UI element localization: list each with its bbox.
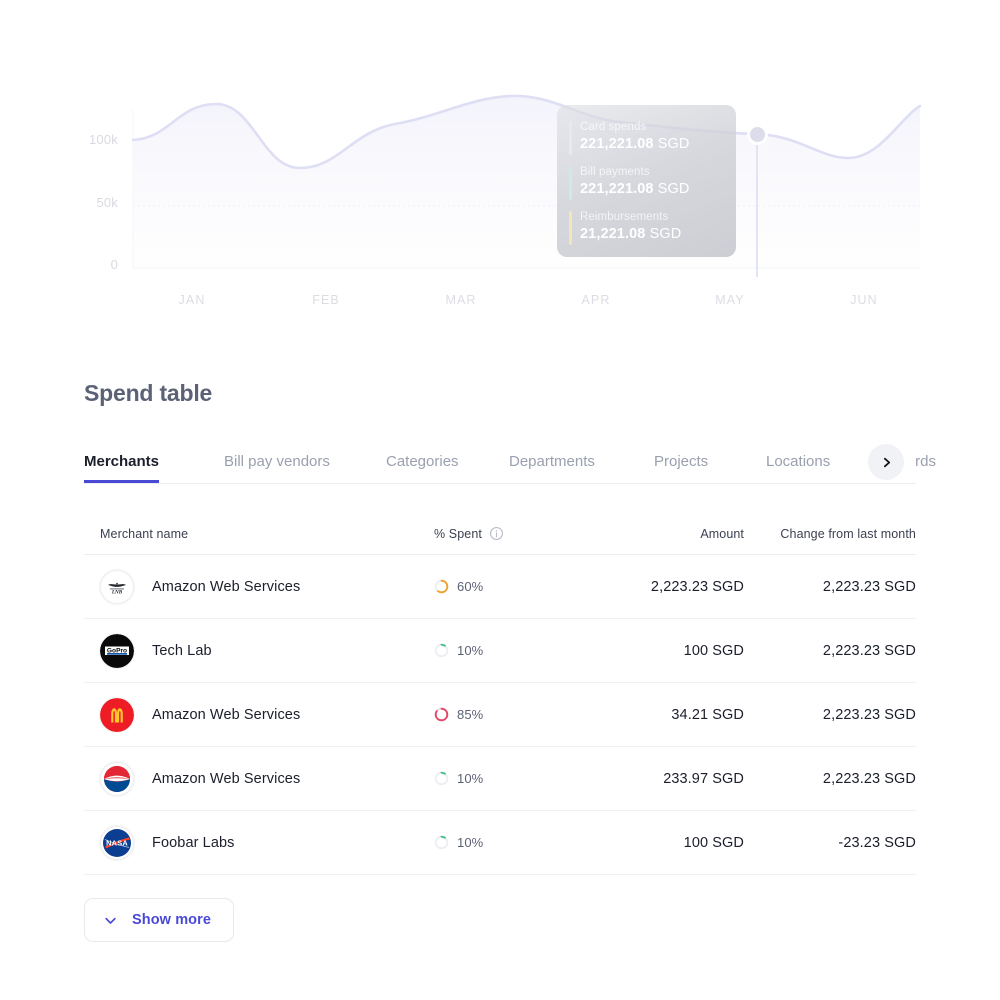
table-header-row: Merchant name % Spent Amount Change from… xyxy=(84,513,916,555)
percent-donut-icon xyxy=(434,579,449,594)
tooltip-label-bill-payments: Bill payments xyxy=(580,166,650,178)
x-axis-tick-apr: APR xyxy=(581,293,611,307)
merchant-name: Tech Lab xyxy=(152,642,212,659)
percent-donut-icon xyxy=(434,835,449,850)
chart-area-fill xyxy=(133,95,920,268)
cell-amount: 2,223.23 SGD xyxy=(650,578,744,595)
nasa-logo-icon: NASA xyxy=(100,825,134,860)
percent-spent-value: 10% xyxy=(457,771,484,786)
x-axis-tick-jan: JAN xyxy=(178,293,206,307)
header-cell-amount: Amount xyxy=(700,526,744,541)
pepsi-logo-icon xyxy=(100,761,134,796)
tooltip-label-reimbursements: Reimbursements xyxy=(580,211,669,223)
tab-departments[interactable]: Departments xyxy=(509,440,595,483)
tooltip-color-swatch-reimbursements xyxy=(569,211,572,245)
header-cell-change: Change from last month xyxy=(780,526,916,541)
y-axis-tick-0: 0 xyxy=(110,257,118,272)
tooltip-row-reimbursements: Reimbursements 21,221.08 SGD xyxy=(569,209,736,245)
cell-change: 2,223.23 SGD xyxy=(822,706,916,723)
tooltip-row-card-spends: Card spends 221,221.08 SGD xyxy=(569,119,736,155)
merchant-name: Foobar Labs xyxy=(152,834,235,851)
merchant-name: Amazon Web Services xyxy=(152,770,301,787)
table-row[interactable]: Amazon Web Services 10% 233.97 SGD 2,223… xyxy=(84,747,916,811)
percent-donut-icon xyxy=(434,707,449,722)
header-cell-spent: % Spent xyxy=(434,526,594,541)
cell-merchant: LNB Amazon Web Services xyxy=(84,569,434,604)
cell-percent-spent: 10% xyxy=(434,771,594,786)
cell-amount: 100 SGD xyxy=(683,642,744,659)
cell-amount: 100 SGD xyxy=(683,834,744,851)
cell-change: 2,223.23 SGD xyxy=(822,578,916,595)
cell-percent-spent: 10% xyxy=(434,835,594,850)
tab-bill-pay-vendors[interactable]: Bill pay vendors xyxy=(224,440,330,483)
tab-merchants[interactable]: Merchants xyxy=(84,440,160,483)
cell-merchant: NASA Foobar Labs xyxy=(84,825,434,860)
y-axis-tick-100k: 100k xyxy=(89,132,118,147)
cell-change: 2,223.23 SGD xyxy=(822,770,916,787)
page-title: Spend table xyxy=(84,380,213,406)
svg-text:NASA: NASA xyxy=(106,838,128,847)
svg-text:LNB: LNB xyxy=(111,589,123,595)
spend-analytics-page: 100k 50k 0 JAN FEB MAR APR MAY JUN Card … xyxy=(0,0,1000,1000)
merchant-name: Amazon Web Services xyxy=(152,706,301,723)
show-more-label: Show more xyxy=(132,912,212,928)
tooltip-row-bill-payments: Bill payments 221,221.08 SGD xyxy=(569,164,736,200)
percent-donut-icon xyxy=(434,771,449,786)
table-row[interactable]: LNB Amazon Web Services 60% 2,223.23 SGD… xyxy=(84,555,916,619)
y-axis-tick-50k: 50k xyxy=(96,195,118,210)
header-cell-merchant: Merchant name xyxy=(100,526,189,541)
tab-categories[interactable]: Categories xyxy=(386,440,459,483)
tooltip-value-bill-payments: 221,221.08 SGD xyxy=(580,181,690,197)
longhorn-logo-icon: LNB xyxy=(100,569,134,604)
percent-spent-value: 60% xyxy=(457,579,484,594)
x-axis-tick-jun: JUN xyxy=(850,293,878,307)
x-axis-tick-mar: MAR xyxy=(445,293,477,307)
spend-table-tabs: Merchants Bill pay vendors Categories De… xyxy=(84,440,936,484)
tooltip-color-swatch-card-spends xyxy=(569,121,572,155)
cell-merchant: Amazon Web Services xyxy=(84,697,434,732)
spend-chart-section: 100k 50k 0 JAN FEB MAR APR MAY JUN Card … xyxy=(0,0,1000,330)
show-more-button[interactable]: Show more xyxy=(84,898,235,942)
table-row[interactable]: NASA Foobar Labs 10% 100 SGD -23.23 SGD xyxy=(84,811,916,875)
table-row[interactable]: GoPro Tech Lab 10% 100 SGD 2,223.23 SGD xyxy=(84,619,916,683)
tooltip-value-reimbursements: 21,221.08 SGD xyxy=(580,226,682,242)
cell-merchant: Amazon Web Services xyxy=(84,761,434,796)
mcdonalds-logo-icon xyxy=(100,697,134,732)
chevron-right-icon xyxy=(883,457,890,467)
tooltip-value-card-spends: 221,221.08 SGD xyxy=(580,136,690,152)
cell-change: 2,223.23 SGD xyxy=(822,642,916,659)
table-row[interactable]: Amazon Web Services 85% 34.21 SGD 2,223.… xyxy=(84,683,916,747)
tabs-next-button[interactable] xyxy=(868,444,904,480)
chart-hover-marker[interactable] xyxy=(750,127,765,142)
percent-spent-value: 10% xyxy=(457,835,484,850)
merchant-name: Amazon Web Services xyxy=(152,578,301,595)
percent-spent-value: 10% xyxy=(457,643,484,658)
cell-percent-spent: 10% xyxy=(434,643,594,658)
percent-spent-value: 85% xyxy=(457,707,484,722)
cell-change: -23.23 SGD xyxy=(838,834,916,851)
cell-percent-spent: 85% xyxy=(434,707,594,722)
cell-amount: 34.21 SGD xyxy=(671,706,744,723)
spend-table: Merchant name % Spent Amount Change from… xyxy=(84,513,916,875)
gopro-logo-icon: GoPro xyxy=(100,633,134,668)
chart-tooltip: Card spends 221,221.08 SGD Bill payments… xyxy=(557,105,736,257)
chevron-down-icon xyxy=(105,917,116,924)
percent-donut-icon xyxy=(434,643,449,658)
cell-percent-spent: 60% xyxy=(434,579,594,594)
tooltip-color-swatch-bill-payments xyxy=(569,166,572,200)
cell-amount: 233.97 SGD xyxy=(663,770,744,787)
spend-area-chart[interactable] xyxy=(0,0,1000,330)
tab-locations[interactable]: Locations xyxy=(766,440,830,483)
tooltip-label-card-spends: Card spends xyxy=(580,121,647,133)
cell-merchant: GoPro Tech Lab xyxy=(84,633,434,668)
chart-svg xyxy=(131,94,922,277)
x-axis-tick-feb: FEB xyxy=(312,293,340,307)
tab-projects[interactable]: Projects xyxy=(654,440,708,483)
info-icon[interactable] xyxy=(489,526,504,541)
x-axis-tick-may: MAY xyxy=(715,293,745,307)
